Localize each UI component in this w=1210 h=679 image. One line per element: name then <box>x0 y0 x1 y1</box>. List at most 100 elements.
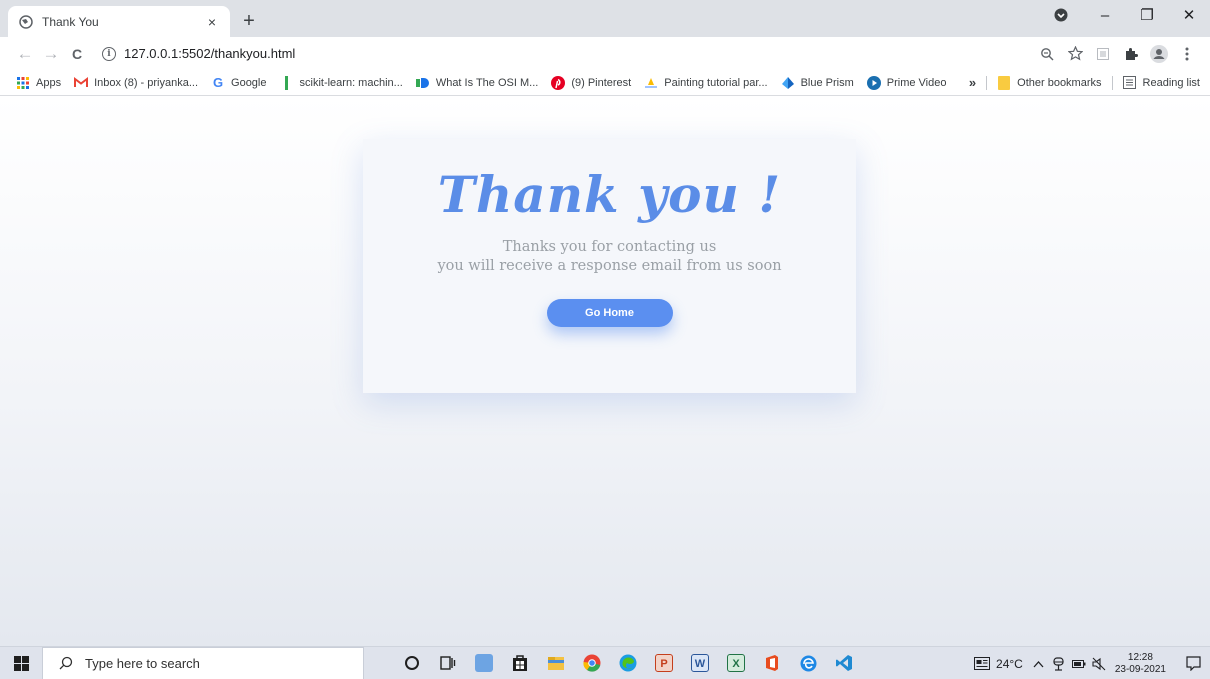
taskbar-clock[interactable]: 12:28 23-09-2021 <box>1115 652 1166 676</box>
profile-avatar-icon[interactable] <box>1150 44 1168 63</box>
bookmark-gmail[interactable]: Inbox (8) - priyanka... <box>74 72 198 94</box>
show-hidden-icons-icon[interactable] <box>1031 656 1047 672</box>
bookmark-bar-icon <box>280 75 294 90</box>
forward-button[interactable]: → <box>40 41 62 67</box>
bookmark-star-icon[interactable] <box>1066 45 1084 63</box>
blue-prism-icon <box>781 76 795 90</box>
apps-grid-icon <box>16 76 30 90</box>
go-home-button[interactable]: Go Home <box>546 299 673 327</box>
file-explorer-icon[interactable] <box>538 647 574 679</box>
word-icon[interactable]: W <box>682 647 718 679</box>
bookmarks-separator <box>986 75 988 90</box>
message-line-1: Thanks you for contacting us <box>502 239 717 255</box>
toolbar-actions <box>1038 44 1196 63</box>
thank-you-message: Thanks you for contacting us you will re… <box>363 238 856 276</box>
excel-icon[interactable]: X <box>718 647 754 679</box>
battery-icon[interactable] <box>1071 656 1087 672</box>
bookmarks-overflow-button[interactable]: » <box>969 75 976 90</box>
cortana-icon[interactable] <box>394 647 430 679</box>
back-button[interactable]: ← <box>14 41 36 67</box>
store-icon[interactable] <box>502 647 538 679</box>
gmail-icon <box>74 76 89 90</box>
weather-widget[interactable]: 24°C <box>974 656 1023 672</box>
address-bar[interactable]: i 127.0.0.1:5502/thankyou.html <box>102 41 1038 67</box>
reading-list-button[interactable]: Reading list <box>1123 72 1200 94</box>
windows-taskbar: Type here to search P W X 24°C 12:28 23-… <box>0 646 1210 679</box>
office-icon[interactable] <box>754 647 790 679</box>
pinterest-icon <box>551 75 566 90</box>
close-window-button[interactable]: ✕ <box>1168 0 1210 30</box>
news-weather-icon <box>974 656 991 672</box>
window-controls: – ❐ ✕ <box>1038 0 1210 30</box>
weather-temperature: 24°C <box>996 656 1023 671</box>
thank-you-heading: Thank you ! <box>437 165 782 224</box>
reading-list-label: Reading list <box>1142 76 1200 89</box>
bookmark-label: Google <box>231 76 267 89</box>
reading-list-icon <box>1123 76 1137 90</box>
other-bookmarks-label: Other bookmarks <box>1017 76 1102 89</box>
powerpoint-icon[interactable]: P <box>646 647 682 679</box>
vscode-icon[interactable] <box>826 647 862 679</box>
restore-button[interactable]: ❐ <box>1126 0 1168 30</box>
bookmark-label: Painting tutorial par... <box>664 76 768 89</box>
zoom-icon[interactable] <box>1038 45 1056 63</box>
site-info-icon[interactable]: i <box>102 46 116 61</box>
bookmark-label: Inbox (8) - priyanka... <box>94 76 199 89</box>
bookmarks-right: » Other bookmarks Reading list <box>969 70 1200 95</box>
photos-app-icon[interactable] <box>466 647 502 679</box>
browser-menu-icon[interactable] <box>1178 45 1196 63</box>
bookmark-label: What Is The OSI M... <box>435 76 539 89</box>
google-icon: G <box>212 75 224 90</box>
message-line-2: you will receive a response email from u… <box>437 258 782 274</box>
bookmark-pinterest[interactable]: (9) Pinterest <box>551 72 631 94</box>
task-view-icon[interactable] <box>430 647 466 679</box>
volume-muted-icon[interactable] <box>1091 656 1107 672</box>
search-icon <box>59 656 73 670</box>
minimize-button[interactable]: – <box>1084 0 1126 30</box>
bookmark-google[interactable]: G Google <box>211 72 267 94</box>
extension-icon[interactable] <box>1094 45 1112 63</box>
bookmark-osi[interactable]: What Is The OSI M... <box>415 72 539 94</box>
bookmark-label: (9) Pinterest <box>571 76 632 89</box>
d-logo-icon <box>415 76 430 90</box>
start-button[interactable] <box>0 647 42 679</box>
bookmark-label: Prime Video <box>886 76 947 89</box>
thank-you-card: Thank you ! Thanks you for contacting us… <box>363 139 856 393</box>
system-tray: 24°C 12:28 23-09-2021 <box>974 647 1210 679</box>
bookmark-label: Blue Prism <box>800 76 854 89</box>
edge-icon[interactable] <box>610 647 646 679</box>
browser-toolbar: ← → C i 127.0.0.1:5502/thankyou.html <box>0 37 1210 70</box>
tab-close-icon[interactable]: × <box>204 14 220 30</box>
tab-title: Thank You <box>42 14 99 29</box>
bookmark-painting[interactable]: Painting tutorial par... <box>644 72 768 94</box>
network-icon[interactable] <box>1051 656 1067 672</box>
taskbar-search[interactable]: Type here to search <box>42 646 364 679</box>
chrome-icon[interactable] <box>574 647 610 679</box>
clock-date: 23-09-2021 <box>1114 663 1166 675</box>
profile-menu-icon[interactable] <box>1038 0 1084 30</box>
bookmarks-bar: Apps Inbox (8) - priyanka... G Google sc… <box>0 70 1210 96</box>
other-bookmarks-folder[interactable]: Other bookmarks <box>997 72 1102 94</box>
reload-button[interactable]: C <box>66 41 88 67</box>
bookmark-scikit-learn[interactable]: scikit-learn: machin... <box>280 72 403 94</box>
new-tab-button[interactable]: + <box>238 10 260 32</box>
globe-icon <box>18 14 34 30</box>
bookmark-blue-prism[interactable]: Blue Prism <box>781 72 854 94</box>
edge-legacy-icon[interactable] <box>790 647 826 679</box>
url-text[interactable]: 127.0.0.1:5502/thankyou.html <box>124 46 295 61</box>
tab-strip: Thank You × + – ❐ ✕ <box>0 0 1210 37</box>
clock-time: 12:28 <box>1127 651 1153 663</box>
page-viewport: Thank you ! Thanks you for contacting us… <box>0 96 1210 646</box>
bookmark-label: scikit-learn: machin... <box>299 76 403 89</box>
bookmarks-separator <box>1111 75 1113 90</box>
extensions-puzzle-icon[interactable] <box>1122 45 1140 63</box>
search-placeholder: Type here to search <box>85 655 200 671</box>
bookmark-prime-video[interactable]: Prime Video <box>866 72 947 94</box>
taskbar-apps: P W X <box>394 647 862 679</box>
painting-icon <box>644 76 658 90</box>
bookmark-label: Apps <box>36 76 62 89</box>
folder-icon <box>997 75 1011 90</box>
notifications-icon[interactable] <box>1176 647 1210 679</box>
browser-tab[interactable]: Thank You × <box>8 6 230 37</box>
bookmark-apps[interactable]: Apps <box>16 72 61 94</box>
